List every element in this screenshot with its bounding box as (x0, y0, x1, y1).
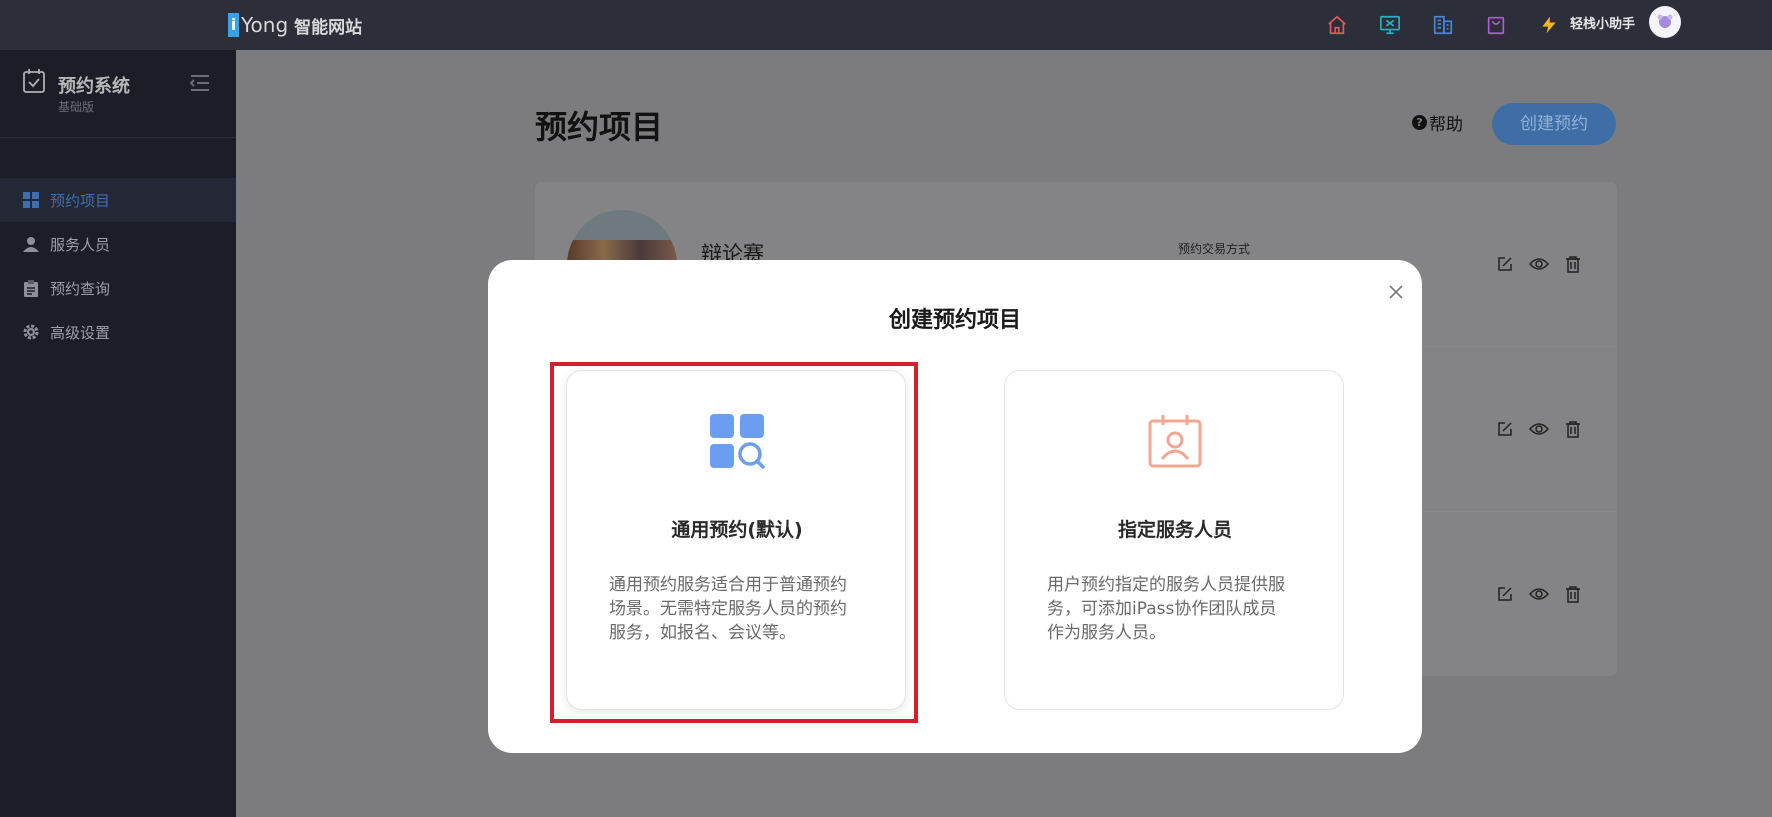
gear-icon (22, 323, 40, 341)
monitor-icon[interactable] (1363, 10, 1416, 40)
eye-icon[interactable] (1529, 584, 1549, 604)
sidebar-item-label: 预约项目 (50, 191, 111, 210)
sidebar-subtitle: 基础版 (58, 100, 95, 114)
building-icon[interactable] (1416, 10, 1469, 40)
dialog-title: 创建预约项目 (888, 308, 1021, 333)
option-title: 指定服务人员 (1117, 519, 1232, 541)
desc-line: 服务，如报名、会议等。 (609, 623, 796, 643)
person-icon (22, 235, 40, 253)
lightning-icon[interactable] (1522, 10, 1575, 40)
create-booking-button[interactable]: 创建预约 (1492, 103, 1616, 145)
home-icon[interactable] (1310, 10, 1363, 40)
top-bar: i Yong 智能网站 轻栈小助手 (0, 0, 1772, 50)
brand-logo[interactable]: i Yong 智能网站 (228, 10, 362, 40)
trash-icon[interactable] (1563, 419, 1583, 439)
brand-name: Yong (241, 13, 289, 37)
eye-icon[interactable] (1529, 254, 1549, 274)
sidebar-item-label: 预约查询 (50, 279, 111, 298)
sidebar-item-projects[interactable]: 预约项目 (0, 178, 236, 222)
project-meta-label: 预约交易方式 (1178, 242, 1251, 256)
page-title: 预约项目 (535, 108, 664, 146)
sidebar: 预约系统 基础版 预约项目 服务人员 预约查询 高级设置 (0, 50, 236, 817)
create-project-dialog: 创建预约项目 通用预约(默认) 通用预约服务适合用于普通预约 场景。无需特定服务… (488, 260, 1422, 753)
desc-line: 通用预约服务适合用于普通预约 (609, 575, 847, 595)
clipboard-icon (22, 279, 40, 297)
edit-icon[interactable] (1495, 419, 1515, 439)
bag-icon[interactable] (1469, 10, 1522, 40)
brand-site-label: 智能网站 (294, 17, 363, 38)
help-label: 帮助 (1429, 115, 1463, 135)
brand-i-mark: i (228, 13, 239, 37)
desc-line: 用户预约指定的服务人员提供服 (1047, 575, 1285, 595)
assigned-staff-option[interactable]: 指定服务人员 用户预约指定的服务人员提供服 务，可添加iPass协作团队成员 作… (1004, 370, 1344, 710)
desc-line: 作为服务人员。 (1047, 623, 1166, 643)
trash-icon[interactable] (1563, 584, 1583, 604)
eye-icon[interactable] (1529, 419, 1549, 439)
option-description: 通用预约服务适合用于普通预约 场景。无需特定服务人员的预约 服务，如报名、会议等… (609, 573, 865, 645)
option-description: 用户预约指定的服务人员提供服 务，可添加iPass协作团队成员 作为服务人员。 (1047, 573, 1303, 645)
sidebar-item-query[interactable]: 预约查询 (0, 266, 236, 310)
row-actions (1495, 419, 1583, 439)
user-name[interactable]: 轻栈小助手 (1570, 10, 1635, 40)
grid-search-icon (709, 413, 765, 473)
row-actions (1495, 584, 1583, 604)
menu-collapse-icon[interactable] (189, 74, 210, 96)
sidebar-item-staff[interactable]: 服务人员 (0, 222, 236, 266)
sidebar-item-label: 高级设置 (50, 323, 111, 342)
sidebar-item-label: 服务人员 (50, 235, 111, 254)
general-booking-option[interactable]: 通用预约(默认) 通用预约服务适合用于普通预约 场景。无需特定服务人员的预约 服… (566, 370, 906, 710)
sidebar-menu: 预约项目 服务人员 预约查询 高级设置 (0, 178, 236, 354)
calendar-check-icon (22, 68, 46, 98)
option-title: 通用预约(默认) (671, 519, 803, 541)
calendar-person-icon (1147, 413, 1203, 473)
desc-line: 务，可添加iPass协作团队成员 (1047, 599, 1277, 619)
sidebar-item-settings[interactable]: 高级设置 (0, 310, 236, 354)
edit-icon[interactable] (1495, 584, 1515, 604)
help-link[interactable]: ? 帮助 (1412, 110, 1463, 135)
question-icon: ? (1412, 115, 1427, 130)
row-actions (1495, 254, 1583, 274)
edit-icon[interactable] (1495, 254, 1515, 274)
close-icon[interactable] (1384, 280, 1408, 304)
desc-line: 场景。无需特定服务人员的预约 (609, 599, 847, 619)
avatar[interactable] (1649, 6, 1681, 38)
trash-icon[interactable] (1563, 254, 1583, 274)
top-icon-group (1310, 10, 1575, 40)
grid-icon (22, 191, 40, 209)
sidebar-title: 预约系统 (58, 76, 130, 97)
sidebar-header: 预约系统 基础版 (0, 50, 236, 138)
